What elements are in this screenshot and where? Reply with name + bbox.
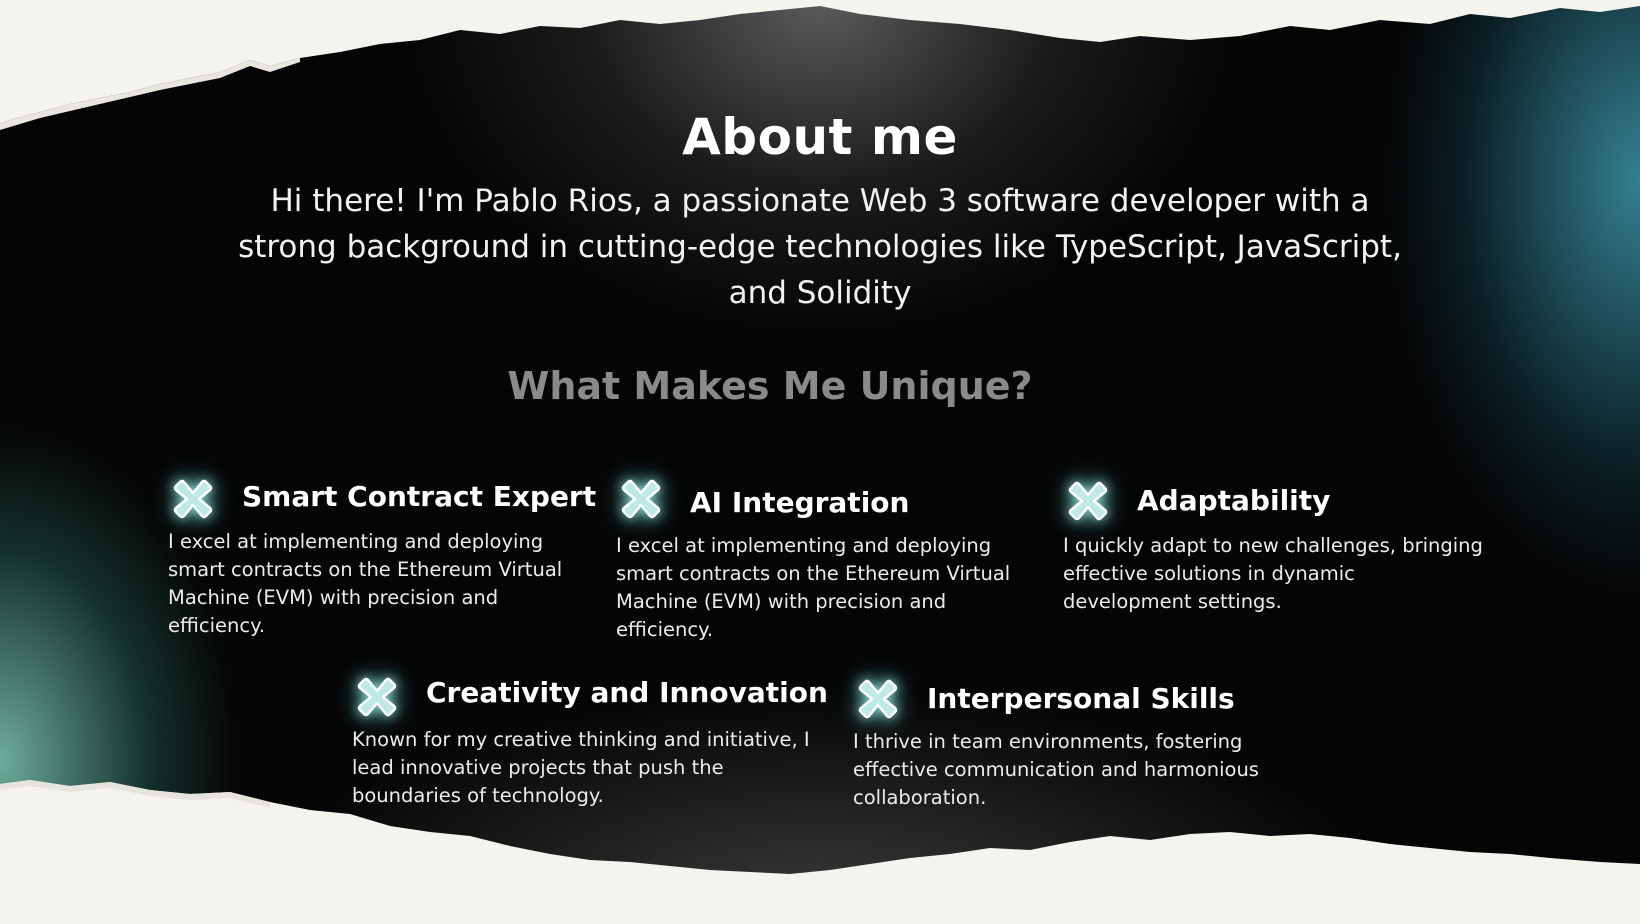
card-adaptability: Adaptability I quickly adapt to new chal…	[1063, 476, 1483, 616]
card-title: Interpersonal Skills	[927, 682, 1235, 715]
card-title: Creativity and Innovation	[426, 676, 828, 709]
card-description: I excel at implementing and deploying sm…	[616, 534, 1011, 641]
card-description: Known for my creative thinking and initi…	[352, 728, 810, 807]
card-title: AI Integration	[690, 486, 910, 519]
x-cross-icon	[858, 679, 898, 719]
card-description: I excel at implementing and deploying sm…	[168, 530, 563, 637]
about-slide: About me Hi there! I'm Pablo Rios, a pas…	[0, 0, 1640, 924]
intro-text: Hi there! I'm Pablo Rios, a passionate W…	[238, 183, 1402, 311]
card-title: Adaptability	[1137, 484, 1331, 517]
card-ai-integration: AI Integration I excel at implementing a…	[616, 474, 1036, 644]
card-title: Smart Contract Expert	[242, 480, 597, 513]
page-title: About me	[682, 108, 958, 166]
card-description: I thrive in team environments, fostering…	[853, 730, 1259, 809]
x-cross-icon	[357, 677, 397, 717]
x-cross-icon	[621, 479, 661, 519]
card-description: I quickly adapt to new challenges, bring…	[1063, 534, 1483, 613]
card-interpersonal-skills: Interpersonal Skills I thrive in team en…	[853, 674, 1303, 812]
section-subtitle: What Makes Me Unique?	[507, 364, 1033, 408]
card-smart-contract-expert: Smart Contract Expert I excel at impleme…	[168, 474, 596, 640]
x-cross-icon	[1068, 481, 1108, 521]
x-cross-icon	[173, 479, 213, 519]
card-creativity-and-innovation: Creativity and Innovation Known for my c…	[352, 672, 828, 810]
